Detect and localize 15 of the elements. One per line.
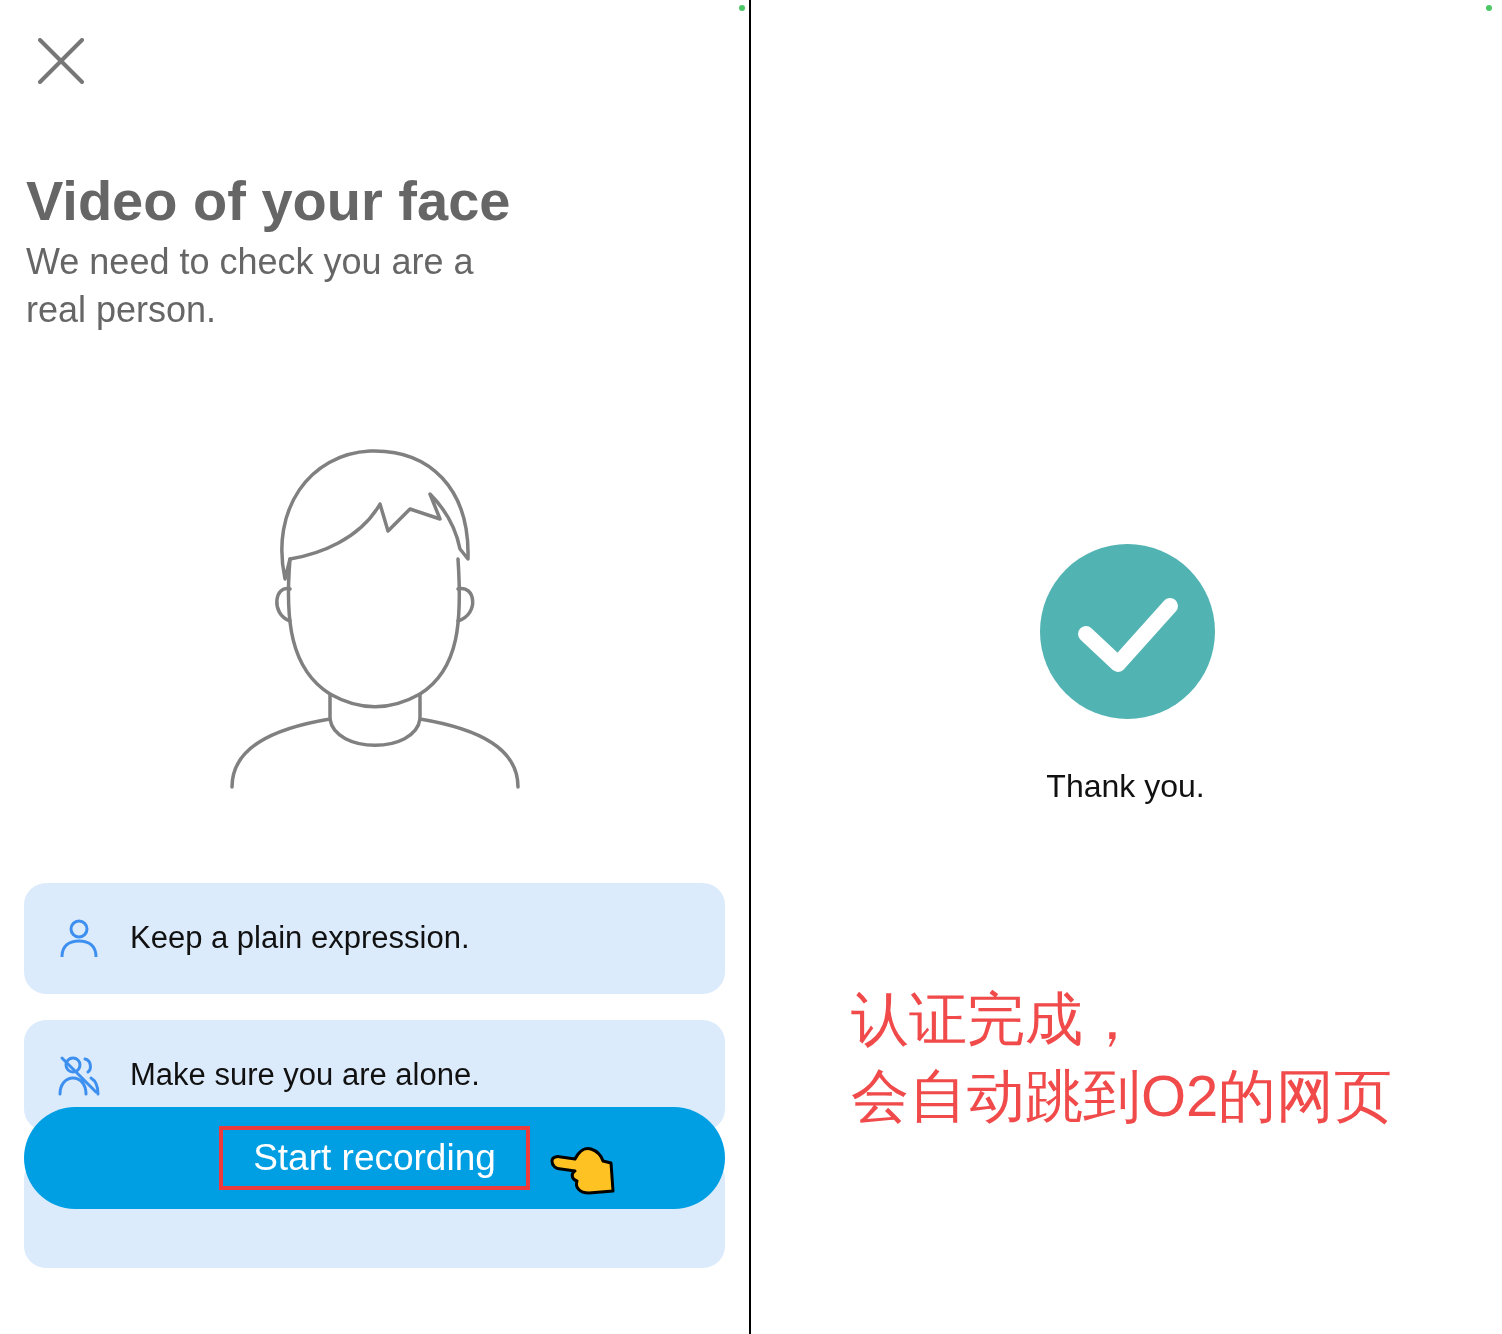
check-circle-icon [1040, 544, 1215, 719]
indicator-dot [739, 5, 745, 11]
thank-you-message: Thank you. [1045, 767, 1206, 806]
person-icon [58, 917, 100, 960]
subtitle: We need to check you are a real person. [26, 239, 475, 333]
screen-title: Video of your face [26, 170, 512, 232]
close-icon[interactable] [38, 38, 84, 84]
annotation-text: 认证完成， [851, 985, 1142, 1053]
indicator-dot [1486, 5, 1492, 11]
people-crossed-icon [58, 1054, 100, 1097]
tip-text: Keep a plain expression. [130, 919, 470, 958]
tip-text: Make sure you are alone. [130, 1056, 480, 1095]
annotation-text: 会自动跳到O2的网页 [851, 1062, 1393, 1130]
pointing-hand-icon [549, 1145, 615, 1195]
start-recording-button[interactable]: Start recording [24, 1107, 725, 1209]
